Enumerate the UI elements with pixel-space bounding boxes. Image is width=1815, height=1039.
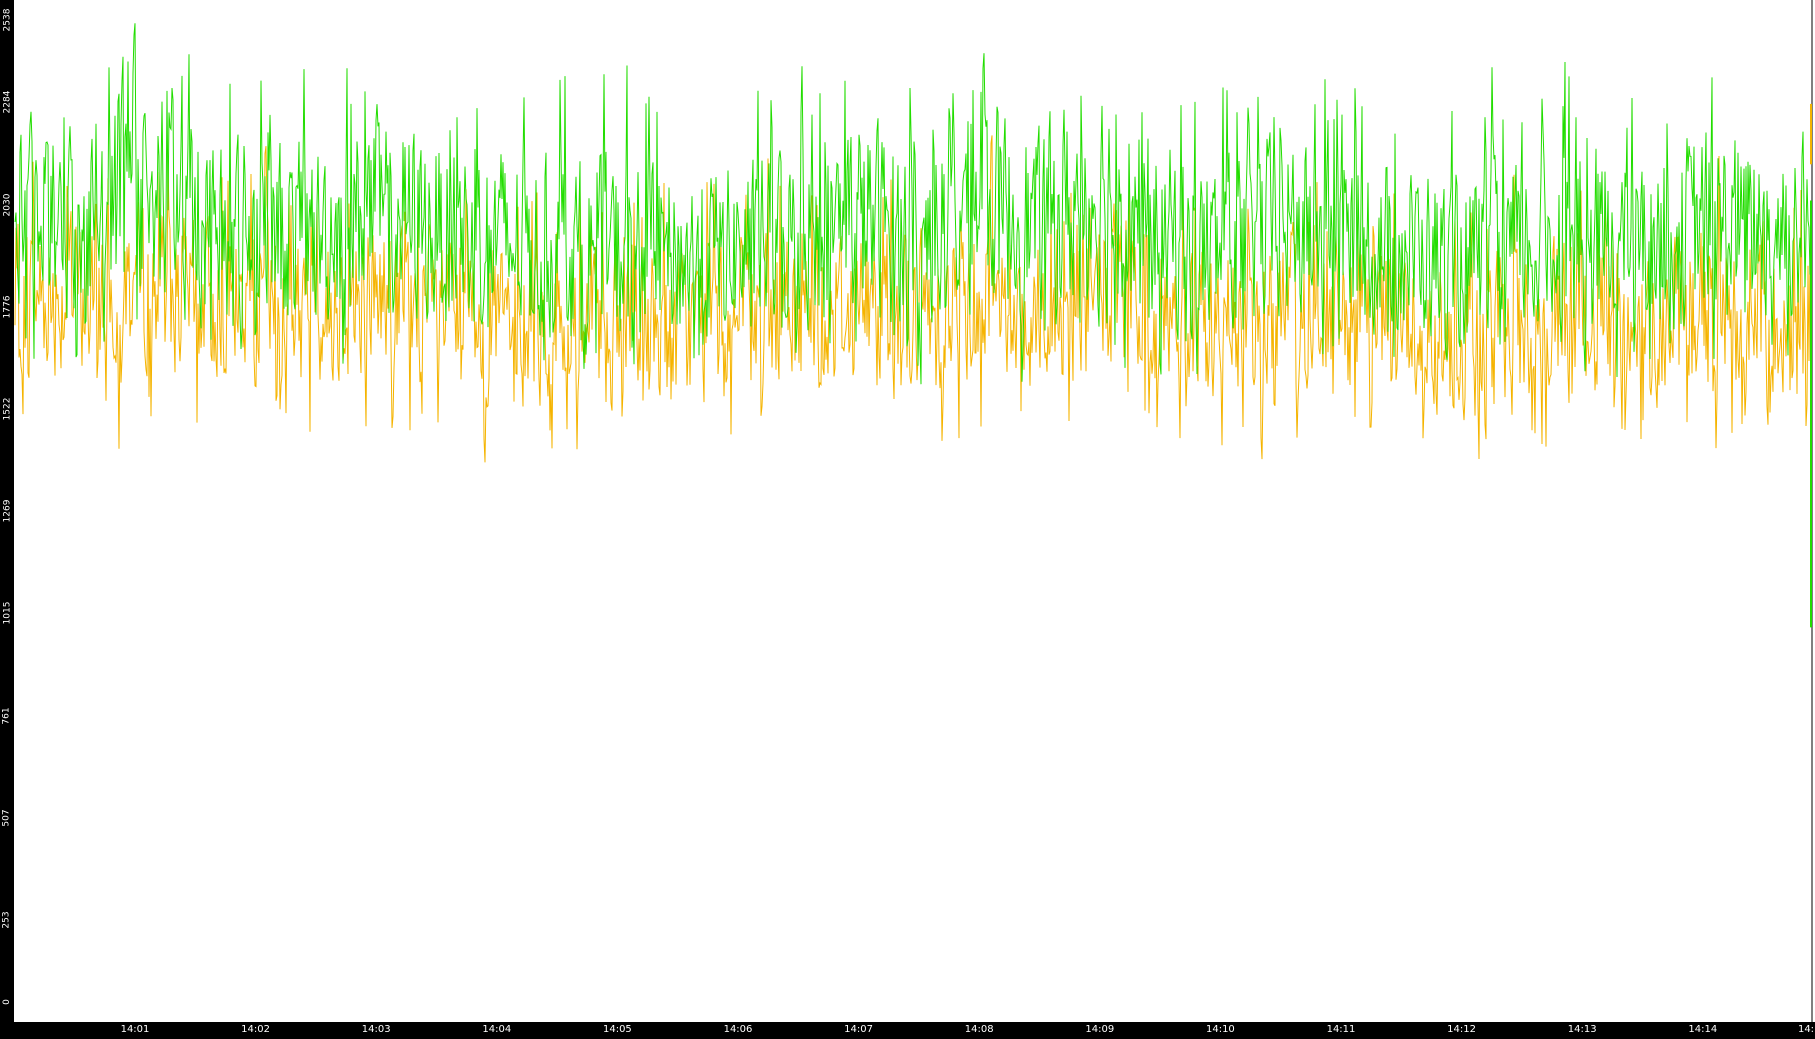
y-tick-text: 2538	[2, 8, 12, 32]
series-layer	[14, 23, 1812, 628]
y-tick-text: 507	[2, 809, 12, 827]
y-tick-label: 2030	[0, 185, 14, 225]
x-tick-label: 14:13	[1567, 1024, 1597, 1035]
x-tick-label: 14:07	[844, 1024, 874, 1035]
y-tick-label: 507	[0, 798, 14, 838]
y-tick-text: 0	[1, 999, 12, 1005]
x-tick-label: 14:11	[1326, 1024, 1356, 1035]
y-tick-text: 1015	[2, 601, 12, 625]
y-tick-label: 761	[0, 696, 14, 736]
y-tick-text: 2284	[2, 90, 12, 114]
x-tick-label: 14:05	[602, 1024, 632, 1035]
x-tick-label: 14:06	[723, 1024, 753, 1035]
x-tick-label: 14:04	[482, 1024, 512, 1035]
y-tick-label: 2284	[0, 82, 14, 122]
x-tick-label: 14:	[1797, 1024, 1815, 1035]
y-tick-label: 253	[0, 900, 14, 940]
y-tick-text: 1522	[2, 397, 12, 421]
x-tick-label: 14:01	[120, 1024, 150, 1035]
x-tick-label: 14:08	[964, 1024, 994, 1035]
x-tick-label: 14:09	[1085, 1024, 1115, 1035]
y-tick-label: 1269	[0, 491, 14, 531]
x-tick-label: 14:03	[361, 1024, 391, 1035]
y-tick-label: 1015	[0, 593, 14, 633]
y-tick-label: 1776	[0, 287, 14, 327]
x-tick-label: 14:12	[1447, 1024, 1477, 1035]
y-tick-text: 253	[2, 911, 12, 929]
y-tick-text: 1269	[2, 499, 12, 523]
line-chart	[14, 0, 1813, 1022]
x-tick-label: 14:14	[1688, 1024, 1718, 1035]
x-tick-label: 14:02	[241, 1024, 271, 1035]
y-tick-label: 0	[0, 982, 14, 1022]
y-tick-label: 2538	[0, 0, 14, 40]
y-tick-text: 761	[2, 706, 12, 725]
y-tick-text: 1776	[2, 295, 12, 319]
y-tick-label: 1522	[0, 389, 14, 429]
x-tick-label: 14:10	[1205, 1024, 1235, 1035]
y-tick-text: 2030	[2, 193, 12, 216]
